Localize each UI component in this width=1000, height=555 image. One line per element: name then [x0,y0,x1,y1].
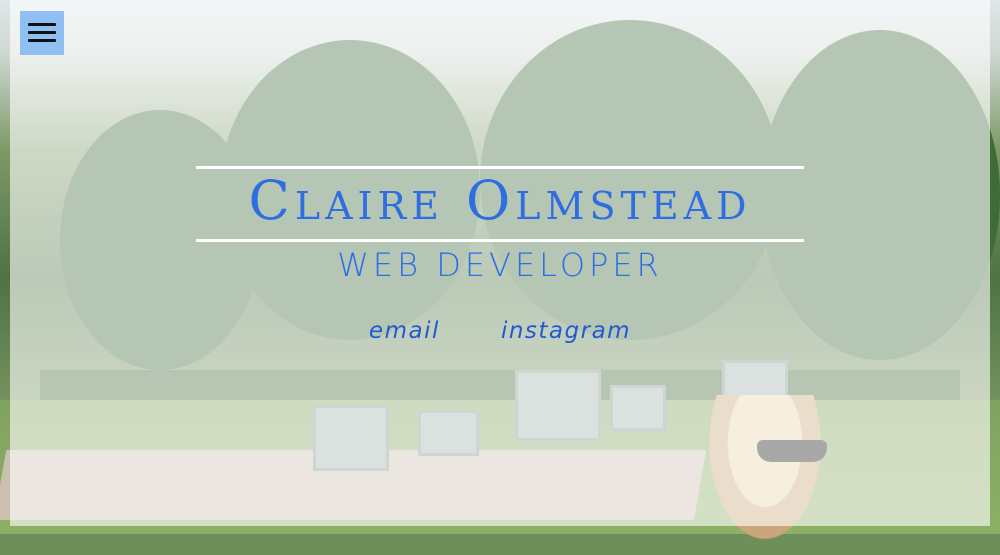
title-bottom-rule [196,239,804,242]
menu-button[interactable] [20,11,64,55]
social-links: email instagram [0,318,1000,344]
site-subtitle: WEB DEVELOPER [337,246,663,284]
site-title: Claire Olmstead [248,169,752,232]
instagram-link[interactable]: instagram [501,318,631,344]
email-link[interactable]: email [369,318,440,344]
hamburger-menu-icon [28,23,56,43]
